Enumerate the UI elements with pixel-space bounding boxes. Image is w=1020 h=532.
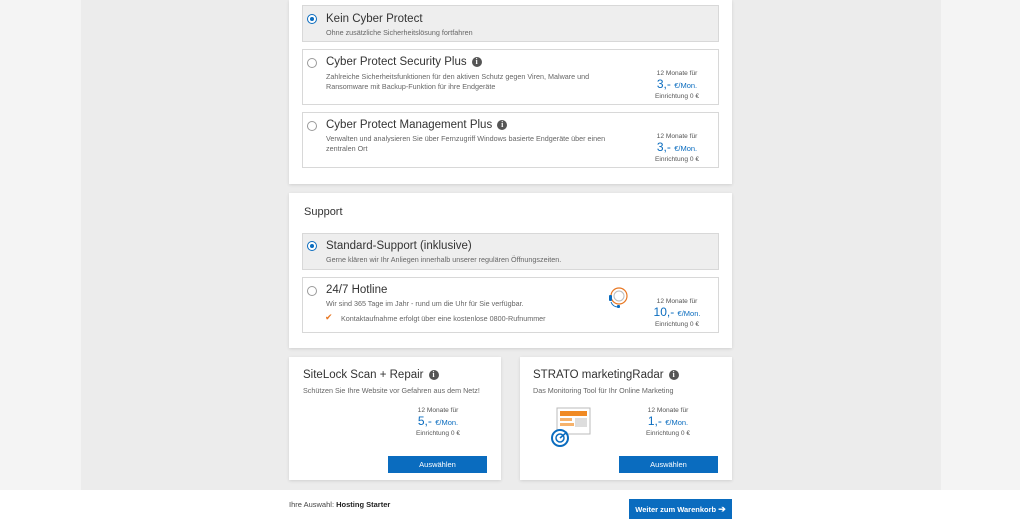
cyber-option-management-plus[interactable]: Cyber Protect Management Plus i Verwalten…	[302, 112, 719, 168]
setup-fee: Einrichtung 0 €	[655, 156, 699, 163]
option-title: Cyber Protect Management Plus i	[326, 119, 508, 131]
info-icon[interactable]: i	[471, 57, 482, 67]
radio-button[interactable]	[307, 121, 317, 131]
radio-button-selected[interactable]	[307, 241, 317, 251]
cyber-option-none[interactable]: Kein Cyber Protect Ohne zusätzliche Sich…	[302, 5, 719, 42]
price-block: 12 Monate für 3,- €/Mon. Einrichtung 0 €	[642, 70, 712, 100]
radio-button[interactable]	[307, 286, 317, 296]
support-card: Support Standard-Support (inklusive) Ger…	[289, 193, 732, 348]
footer-bar: Ihre Auswahl: Hosting Starter Weiter zum…	[0, 490, 1020, 532]
addon-description: Das Monitoring Tool für Ihr Online Marke…	[533, 386, 674, 395]
price-term: 12 Monate für	[647, 407, 689, 414]
info-icon[interactable]: i	[668, 370, 679, 380]
price-amount: 5,- €/Mon.	[417, 414, 459, 428]
option-title: 24/7 Hotline	[326, 284, 388, 296]
section-title: Support	[304, 206, 343, 218]
setup-fee: Einrichtung 0 €	[655, 321, 699, 328]
radio-button-selected[interactable]	[307, 14, 317, 24]
option-title: Standard-Support (inklusive)	[326, 240, 472, 252]
arrow-right-icon: ➔	[718, 503, 726, 514]
price-amount: 3,- €/Mon.	[656, 77, 698, 91]
price-term: 12 Monate für	[656, 298, 698, 305]
price-amount: 1,- €/Mon.	[647, 414, 689, 428]
marketingradar-card: STRATO marketingRadar i Das Monitoring To…	[520, 357, 732, 480]
price-term: 12 Monate für	[656, 70, 698, 77]
price-block: 12 Monate für 5,- €/Mon. Einrichtung 0 €	[403, 407, 473, 437]
headset-icon	[609, 287, 628, 308]
feature-text: Kontaktaufnahme erfolgt über eine kosten…	[341, 314, 546, 323]
addon-description: Schützen Sie Ihre Website vor Gefahren a…	[303, 386, 480, 395]
price-amount: 3,- €/Mon.	[656, 140, 698, 154]
option-description: Ohne zusätzliche Sicherheitslösung fortf…	[326, 28, 473, 37]
setup-fee: Einrichtung 0 €	[655, 93, 699, 100]
option-description: Gerne klären wir Ihr Anliegen innerhalb …	[326, 255, 562, 264]
radar-dashboard-icon	[551, 407, 591, 447]
cart-button[interactable]: Weiter zum Warenkorb ➔	[629, 499, 732, 519]
checkmark-icon: ✔	[325, 312, 333, 322]
support-option-hotline[interactable]: 24/7 Hotline Wir sind 365 Tage im Jahr -…	[302, 277, 719, 333]
price-amount: 10,- €/Mon.	[653, 305, 701, 319]
price-block: 12 Monate für 10,- €/Mon. Einrichtung 0 …	[642, 298, 712, 328]
cyber-protect-card: Kein Cyber Protect Ohne zusätzliche Sich…	[289, 0, 732, 184]
setup-fee: Einrichtung 0 €	[646, 430, 690, 437]
select-marketingradar-button[interactable]: Auswählen	[619, 456, 718, 473]
support-option-standard[interactable]: Standard-Support (inklusive) Gerne kläre…	[302, 233, 719, 270]
addon-title: SiteLock Scan + Repair i	[303, 369, 439, 381]
price-block: 12 Monate für 3,- €/Mon. Einrichtung 0 €	[642, 133, 712, 163]
addon-title: STRATO marketingRadar i	[533, 369, 679, 381]
option-title: Kein Cyber Protect	[326, 13, 423, 25]
price-term: 12 Monate für	[656, 133, 698, 140]
info-icon[interactable]: i	[428, 370, 439, 380]
selection-summary: Ihre Auswahl: Hosting Starter	[289, 500, 391, 509]
info-icon[interactable]: i	[497, 120, 508, 130]
option-description: Wir sind 365 Tage im Jahr - rund um die …	[326, 299, 524, 308]
select-sitelock-button[interactable]: Auswählen	[388, 456, 487, 473]
radio-button[interactable]	[307, 58, 317, 68]
price-term: 12 Monate für	[417, 407, 459, 414]
option-description: Verwalten und analysieren Sie über Fernz…	[326, 134, 606, 153]
cyber-option-security-plus[interactable]: Cyber Protect Security Plus i Zahlreiche …	[302, 49, 719, 105]
option-description: Zahlreiche Sicherheitsfunktionen für den…	[326, 72, 590, 91]
price-block: 12 Monate für 1,- €/Mon. Einrichtung 0 €	[633, 407, 703, 437]
setup-fee: Einrichtung 0 €	[416, 430, 460, 437]
sitelock-card: SiteLock Scan + Repair i Schützen Sie Ihr…	[289, 357, 501, 480]
option-title: Cyber Protect Security Plus i	[326, 56, 482, 68]
